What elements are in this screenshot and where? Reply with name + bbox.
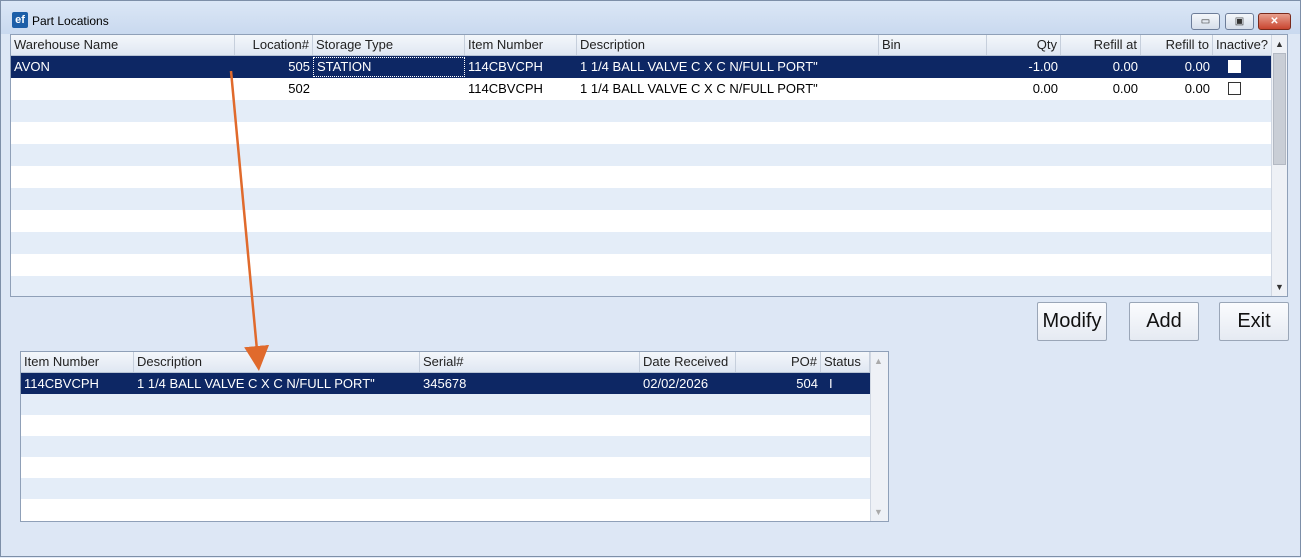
empty-row <box>11 254 1273 276</box>
serials-grid-header: Item Number Description Serial# Date Rec… <box>21 352 888 373</box>
cell-description: 1 1/4 BALL VALVE C X C N/FULL PORT" <box>580 81 818 96</box>
col-date-received[interactable]: Date Received <box>640 352 736 372</box>
locations-grid-header: Warehouse Name Location# Storage Type It… <box>11 35 1287 56</box>
empty-row <box>21 478 870 499</box>
cell-refill-to: 0.00 <box>1184 81 1210 96</box>
cell-location: 502 <box>288 81 310 96</box>
serials-vertical-scrollbar[interactable]: ▲ ▼ <box>870 352 888 521</box>
cell-po: 504 <box>796 376 818 391</box>
table-row[interactable]: 502 114CBVCPH 1 1/4 BALL VALVE C X C N/F… <box>11 78 1273 100</box>
empty-row <box>11 100 1273 122</box>
col-item-number[interactable]: Item Number <box>21 352 134 372</box>
locations-grid[interactable]: Warehouse Name Location# Storage Type It… <box>10 34 1288 297</box>
col-qty[interactable]: Qty <box>987 35 1061 55</box>
cell-refill-at: 0.00 <box>1112 81 1138 96</box>
empty-row <box>11 276 1273 296</box>
minimize-button[interactable]: ▭ <box>1191 13 1220 30</box>
add-button[interactable]: Add <box>1129 302 1199 341</box>
table-row[interactable]: 114CBVCPH 1 1/4 BALL VALVE C X C N/FULL … <box>21 373 870 394</box>
scroll-down-icon[interactable]: ▼ <box>1272 279 1287 295</box>
cell-warehouse: AVON <box>14 59 50 74</box>
empty-row <box>21 394 870 415</box>
col-status[interactable]: Status <box>821 352 870 372</box>
col-description[interactable]: Description <box>577 35 879 55</box>
col-storage-type[interactable]: Storage Type <box>313 35 465 55</box>
empty-row <box>11 144 1273 166</box>
cell-warehouse <box>11 78 235 100</box>
inactive-checkbox[interactable] <box>1228 60 1241 73</box>
empty-row <box>11 210 1273 232</box>
window-title: Part Locations <box>32 14 109 28</box>
app-logo-icon: ef <box>12 12 28 28</box>
col-item-number[interactable]: Item Number <box>465 35 577 55</box>
locations-vertical-scrollbar[interactable]: ▲ ▼ <box>1271 35 1287 296</box>
empty-row <box>21 436 870 457</box>
cell-refill-to: 0.00 <box>1184 59 1210 74</box>
cell-description: 1 1/4 BALL VALVE C X C N/FULL PORT" <box>137 376 375 391</box>
empty-row <box>21 457 870 478</box>
col-location[interactable]: Location# <box>235 35 313 55</box>
table-row[interactable]: AVON 505 STATION 114CBVCPH 1 1/4 BALL VA… <box>11 56 1273 78</box>
cell-status: I <box>829 376 833 391</box>
cell-item-number: 114CBVCPH <box>468 81 543 96</box>
modify-button[interactable]: Modify <box>1037 302 1107 341</box>
col-refill-to[interactable]: Refill to <box>1141 35 1213 55</box>
cell-item-number: 114CBVCPH <box>24 376 99 391</box>
title-bar[interactable]: ef Part Locations ▭ ▣ ✕ <box>1 1 1300 34</box>
cell-bin <box>879 78 987 100</box>
empty-row <box>11 232 1273 254</box>
cell-storage-type[interactable]: STATION <box>313 57 465 77</box>
cell-qty: 0.00 <box>1032 81 1058 96</box>
col-serial[interactable]: Serial# <box>420 352 640 372</box>
empty-row <box>21 415 870 436</box>
cell-bin <box>879 56 987 78</box>
col-refill-at[interactable]: Refill at <box>1061 35 1141 55</box>
maximize-button[interactable]: ▣ <box>1225 13 1254 30</box>
empty-row <box>11 166 1273 188</box>
col-description[interactable]: Description <box>134 352 420 372</box>
scroll-thumb[interactable] <box>1273 53 1286 165</box>
cell-description: 1 1/4 BALL VALVE C X C N/FULL PORT" <box>580 59 818 74</box>
col-po[interactable]: PO# <box>736 352 821 372</box>
cell-qty: -1.00 <box>1028 59 1058 74</box>
scroll-down-icon[interactable]: ▼ <box>871 504 886 520</box>
empty-row <box>21 499 870 520</box>
cell-date-received: 02/02/2026 <box>643 376 709 391</box>
cell-refill-at: 0.00 <box>1112 59 1138 74</box>
inactive-checkbox[interactable] <box>1228 82 1241 95</box>
scroll-up-icon[interactable]: ▲ <box>1272 36 1287 52</box>
scroll-up-icon[interactable]: ▲ <box>871 353 886 369</box>
cell-item-number: 114CBVCPH <box>468 59 543 74</box>
cell-serial: 345678 <box>423 376 467 391</box>
serials-grid[interactable]: Item Number Description Serial# Date Rec… <box>20 351 889 522</box>
part-locations-window: ef Part Locations ▭ ▣ ✕ Warehouse Name L… <box>0 0 1301 557</box>
close-button[interactable]: ✕ <box>1258 13 1291 30</box>
col-inactive[interactable]: Inactive? <box>1213 35 1273 55</box>
cell-storage-type <box>313 78 465 100</box>
exit-button[interactable]: Exit <box>1219 302 1289 341</box>
empty-row <box>11 122 1273 144</box>
cell-location: 505 <box>288 59 310 74</box>
col-bin[interactable]: Bin <box>879 35 987 55</box>
col-warehouse-name[interactable]: Warehouse Name <box>11 35 235 55</box>
empty-row <box>11 188 1273 210</box>
